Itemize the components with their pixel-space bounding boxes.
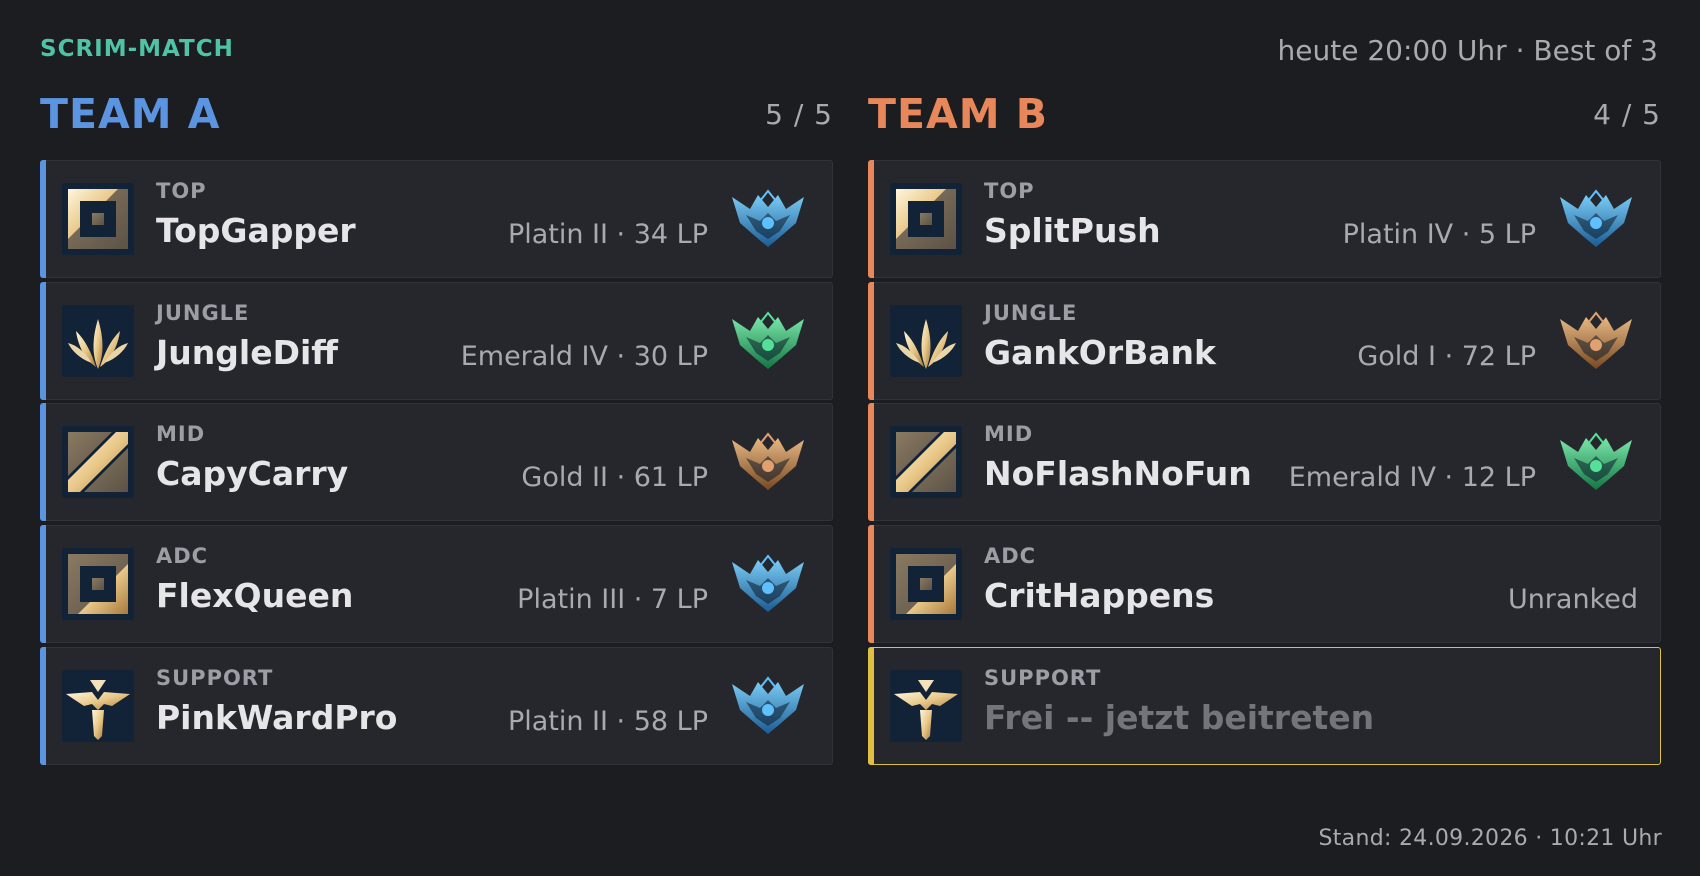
player-name: FlexQueen [156, 576, 354, 616]
player-rank: Unranked [1507, 584, 1638, 616]
role-label: TOP [984, 179, 1035, 203]
role-label: ADC [984, 544, 1037, 569]
platinum-crest-icon [1558, 187, 1634, 251]
team-a-header: TEAM A 5 / 5 [40, 88, 833, 160]
role-label: ADC [156, 544, 209, 569]
role-label: MID [156, 422, 206, 447]
mid-lane-icon [890, 426, 962, 499]
player-name: CritHappens [984, 576, 1215, 616]
player-rank: Gold I · 72 LP [1357, 340, 1536, 372]
role-label: JUNGLE [984, 300, 1078, 325]
role-label: SUPPORT [984, 665, 1102, 690]
team-a-name: TEAM A [40, 90, 221, 138]
player-name: NoFlashNoFun [984, 454, 1252, 494]
team-b-slot-support[interactable]: SUPPORT Frei -- jetzt beitreten [868, 646, 1661, 765]
emerald-crest-icon [1558, 430, 1634, 494]
team-a-slot-top: TOP TopGapper Platin II · 34 LP [40, 160, 833, 278]
team-b-header: TEAM B 4 / 5 [868, 88, 1661, 160]
platinum-crest-icon [730, 552, 806, 616]
team-a-slot-mid: MID CapyCarry Gold II · 61 LP [40, 403, 833, 522]
team-b-slot-count: 4 / 5 [1593, 98, 1661, 131]
last-updated-timestamp: Stand: 24.09.2026 · 10:21 Uhr [1318, 826, 1662, 851]
join-slot-link[interactable]: Frei -- jetzt beitreten [984, 698, 1374, 737]
team-b-slot-top: TOP SplitPush Platin IV · 5 LP [868, 160, 1661, 278]
team-b-slot-mid: MID NoFlashNoFun Emerald IV · 12 LP [868, 403, 1661, 522]
role-label: SUPPORT [156, 665, 274, 690]
player-name: SplitPush [984, 211, 1161, 250]
team-color-bar [40, 646, 46, 765]
team-a-slot-adc: ADC FlexQueen Platin III · 7 LP [40, 525, 833, 644]
player-rank: Platin III · 7 LP [517, 584, 708, 616]
match-type-label: SCRIM-MATCH [40, 36, 234, 62]
player-rank: Emerald IV · 12 LP [1288, 462, 1536, 494]
team-color-bar [868, 646, 874, 765]
team-color-bar [40, 281, 46, 400]
player-name: GankOrBank [984, 332, 1216, 372]
team-color-bar [40, 160, 46, 278]
top-lane-icon [890, 183, 962, 255]
jungle-icon [890, 304, 962, 377]
team-a-slot-support: SUPPORT PinkWardPro Platin II · 58 LP [40, 646, 833, 765]
role-label: TOP [156, 179, 207, 203]
team-color-bar [868, 403, 874, 522]
platinum-crest-icon [730, 187, 806, 251]
team-a-slot-count: 5 / 5 [765, 98, 833, 131]
player-rank: Platin II · 34 LP [507, 219, 708, 250]
emerald-crest-icon [730, 309, 806, 373]
team-color-bar [868, 281, 874, 400]
team-b-slot-adc: ADC CritHappens Unranked [868, 525, 1661, 644]
platinum-crest-icon [730, 674, 806, 738]
player-rank: Platin II · 58 LP [507, 705, 708, 737]
team-color-bar [868, 160, 874, 278]
player-rank: Platin IV · 5 LP [1342, 219, 1536, 250]
player-name: JungleDiff [156, 332, 339, 372]
player-name: TopGapper [156, 211, 356, 250]
team-a-slot-jungle: JUNGLE JungleDiff Emerald IV · 30 LP [40, 281, 833, 400]
team-b-slot-jungle: JUNGLE GankOrBank Gold I · 72 LP [868, 281, 1661, 400]
team-b-column: TEAM B 4 / 5 TOP SplitPush Platin IV · 5 L… [868, 88, 1661, 765]
role-label: JUNGLE [156, 300, 250, 325]
team-b-name: TEAM B [868, 90, 1049, 138]
team-color-bar [868, 525, 874, 644]
player-rank: Emerald IV · 30 LP [460, 340, 708, 372]
team-color-bar [40, 525, 46, 644]
bottom-lane-icon [62, 548, 134, 621]
team-a-column: TEAM A 5 / 5 TOP TopGapper Platin II · 34 … [40, 88, 833, 765]
role-label: MID [984, 422, 1034, 447]
support-icon [62, 669, 134, 742]
player-rank: Gold II · 61 LP [521, 462, 708, 494]
bottom-lane-icon [890, 548, 962, 621]
match-time-format: heute 20:00 Uhr · Best of 3 [1277, 34, 1658, 67]
player-name: PinkWardPro [156, 697, 398, 737]
top-lane-icon [62, 183, 134, 255]
gold-crest-icon [730, 430, 806, 494]
player-name: CapyCarry [156, 454, 349, 494]
jungle-icon [62, 304, 134, 377]
team-color-bar [40, 403, 46, 522]
mid-lane-icon [62, 426, 134, 499]
support-icon [890, 669, 962, 742]
gold-crest-icon [1558, 309, 1634, 373]
